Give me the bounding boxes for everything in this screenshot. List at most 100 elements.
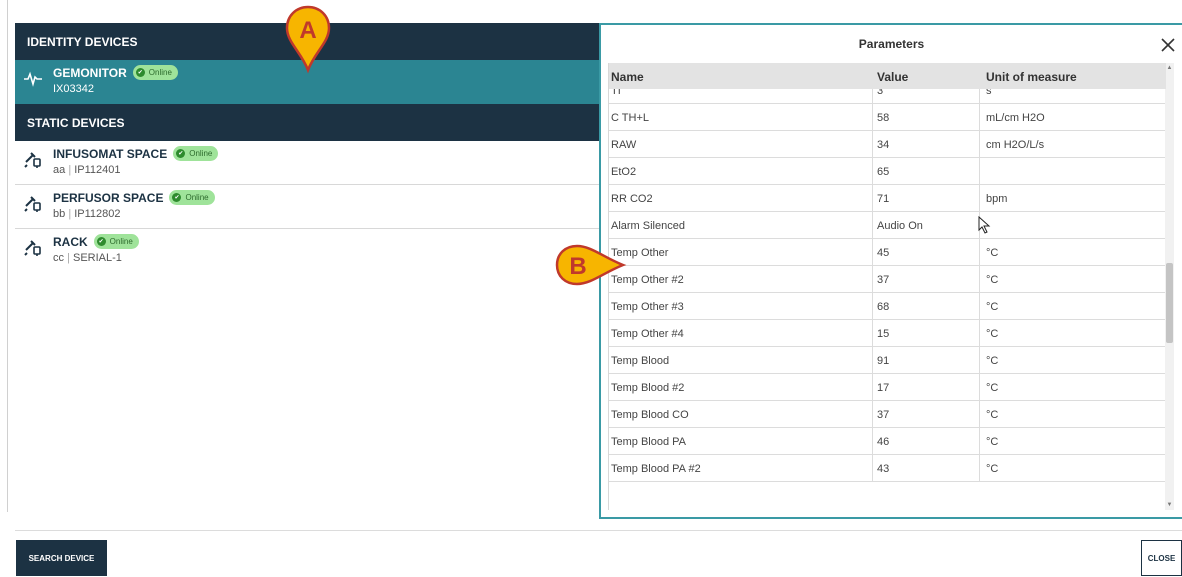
table-row: Temp Other #4 15 °C — [609, 320, 1166, 347]
status-badge: ✔ Online — [93, 234, 139, 250]
cell-name: Temp Other #3 — [611, 301, 684, 313]
column-header-name: Name — [611, 70, 644, 84]
column-header-unit: Unit of measure — [986, 70, 1077, 84]
device-name: PERFUSOR SPACE ✔ Online — [53, 190, 215, 206]
device-item-rack[interactable]: RACK ✔ Online cc | SERIAL-1 — [15, 229, 599, 273]
table-row: Temp Blood #2 17 °C — [609, 374, 1166, 401]
check-icon: ✔ — [96, 237, 106, 247]
cell-value: 91 — [877, 355, 890, 367]
footer-divider — [15, 530, 1182, 531]
cell-value: 58 — [877, 112, 890, 124]
device-name: RACK ✔ Online — [53, 234, 139, 250]
table-row: Temp Other #3 68 °C — [609, 293, 1166, 320]
cell-name: Temp Blood PA — [611, 436, 687, 448]
table-row: RR CO2 71 bpm — [609, 185, 1166, 212]
syringe-pump-icon — [24, 152, 41, 168]
cell-unit: °C — [986, 301, 999, 313]
device-serial: cc | SERIAL-1 — [53, 252, 122, 264]
cell-unit: °C — [986, 274, 999, 286]
table-row: Temp Blood 91 °C — [609, 347, 1166, 374]
cell-name: Temp Blood — [611, 355, 670, 367]
cell-name: Temp Blood CO — [611, 409, 689, 421]
status-badge: ✔ Online — [173, 146, 219, 162]
table-row: EtO2 65 — [609, 158, 1166, 185]
cell-unit: °C — [986, 247, 999, 259]
cell-value: 34 — [877, 139, 890, 151]
cell-name: Temp Blood #2 — [611, 382, 685, 394]
marker-b-label: B — [569, 253, 586, 280]
table-body: TI 3 s C TH+L 58 mL/cm H2O RAW 34 cm H2O/L/s E… — [609, 89, 1166, 482]
cell-unit: °C — [986, 436, 999, 448]
cell-value: 43 — [877, 463, 890, 475]
table-row: Temp Other #2 37 °C — [609, 266, 1166, 293]
status-badge: ✔ Online — [132, 65, 178, 81]
status-badge: ✔ Online — [169, 190, 215, 206]
scroll-down-arrow-icon[interactable]: ▼ — [1165, 500, 1174, 510]
cell-unit: mL/cm H2O — [986, 112, 1045, 124]
cell-name: RAW — [611, 139, 637, 151]
callout-marker-a: A — [285, 5, 331, 74]
syringe-pump-icon — [24, 196, 41, 212]
cell-value: 46 — [877, 436, 890, 448]
cell-name: Temp Other #4 — [611, 328, 684, 340]
syringe-pump-icon — [24, 240, 41, 256]
left-border — [7, 0, 8, 512]
cell-value: 37 — [877, 274, 890, 286]
callout-marker-b: B — [555, 244, 627, 286]
cell-name: Alarm Silenced — [611, 220, 685, 232]
cell-name: TI — [611, 89, 621, 97]
device-item-perfusor[interactable]: PERFUSOR SPACE ✔ Online bb | IP112802 — [15, 185, 599, 229]
close-icon[interactable] — [1158, 35, 1178, 55]
heartbeat-icon — [24, 71, 42, 87]
cell-unit: °C — [986, 328, 999, 340]
marker-a-label: A — [299, 17, 316, 44]
cell-unit: °C — [986, 409, 999, 421]
cell-unit: bpm — [986, 193, 1008, 205]
table-header: Name Value Unit of measure — [609, 63, 1166, 89]
table-row: C TH+L 58 mL/cm H2O — [609, 104, 1166, 131]
cell-value: 65 — [877, 166, 890, 178]
device-item-infusomat[interactable]: INFUSOMAT SPACE ✔ Online aa | IP112401 — [15, 141, 599, 185]
table-row: TI 3 s — [609, 89, 1166, 104]
table-row: Temp Other 45 °C — [609, 239, 1166, 266]
static-devices-title: STATIC DEVICES — [27, 115, 125, 130]
cell-value: 45 — [877, 247, 890, 259]
table-row: Temp Blood PA #2 43 °C — [609, 455, 1166, 482]
cell-name: RR CO2 — [611, 193, 653, 205]
column-header-value: Value — [877, 70, 909, 84]
table-row: RAW 34 cm H2O/L/s — [609, 131, 1166, 158]
cell-name: C TH+L — [611, 112, 650, 124]
device-serial: bb | IP112802 — [53, 208, 121, 220]
cell-value: 37 — [877, 409, 890, 421]
cell-name: Temp Blood PA #2 — [611, 463, 701, 475]
search-device-button[interactable]: SEARCH DEVICE — [16, 540, 107, 576]
cell-name: EtO2 — [611, 166, 637, 178]
device-serial: IX03342 — [53, 83, 94, 95]
check-icon: ✔ — [176, 149, 186, 159]
cell-value: 71 — [877, 193, 890, 205]
cell-unit: °C — [986, 463, 999, 475]
dialog-title: Parameters — [858, 37, 925, 51]
mouse-cursor-icon — [978, 216, 991, 234]
parameters-dialog: Parameters Name Value Unit of measure TI… — [599, 23, 1182, 519]
scroll-thumb[interactable] — [1166, 263, 1173, 343]
close-button[interactable]: CLOSE — [1141, 540, 1182, 576]
device-serial: aa | IP112401 — [53, 164, 121, 176]
cell-value: 15 — [877, 328, 890, 340]
cell-value: 17 — [877, 382, 890, 394]
device-name: GEMONITOR ✔ Online — [53, 65, 178, 81]
cell-unit: °C — [986, 355, 999, 367]
scrollbar[interactable]: ▲ ▼ — [1165, 63, 1174, 510]
check-icon: ✔ — [135, 68, 145, 78]
table-row: Temp Blood CO 37 °C — [609, 401, 1166, 428]
cell-value: Audio On — [877, 220, 923, 232]
cell-value: 3 — [877, 89, 884, 97]
table-row: Temp Blood PA 46 °C — [609, 428, 1166, 455]
scroll-up-arrow-icon[interactable]: ▲ — [1165, 63, 1174, 73]
static-devices-header: STATIC DEVICES — [15, 104, 599, 141]
cell-unit: cm H2O/L/s — [986, 139, 1045, 151]
cell-unit: s — [986, 89, 992, 97]
cell-unit: °C — [986, 382, 999, 394]
check-icon: ✔ — [172, 193, 182, 203]
table-row: Alarm Silenced Audio On — [609, 212, 1166, 239]
